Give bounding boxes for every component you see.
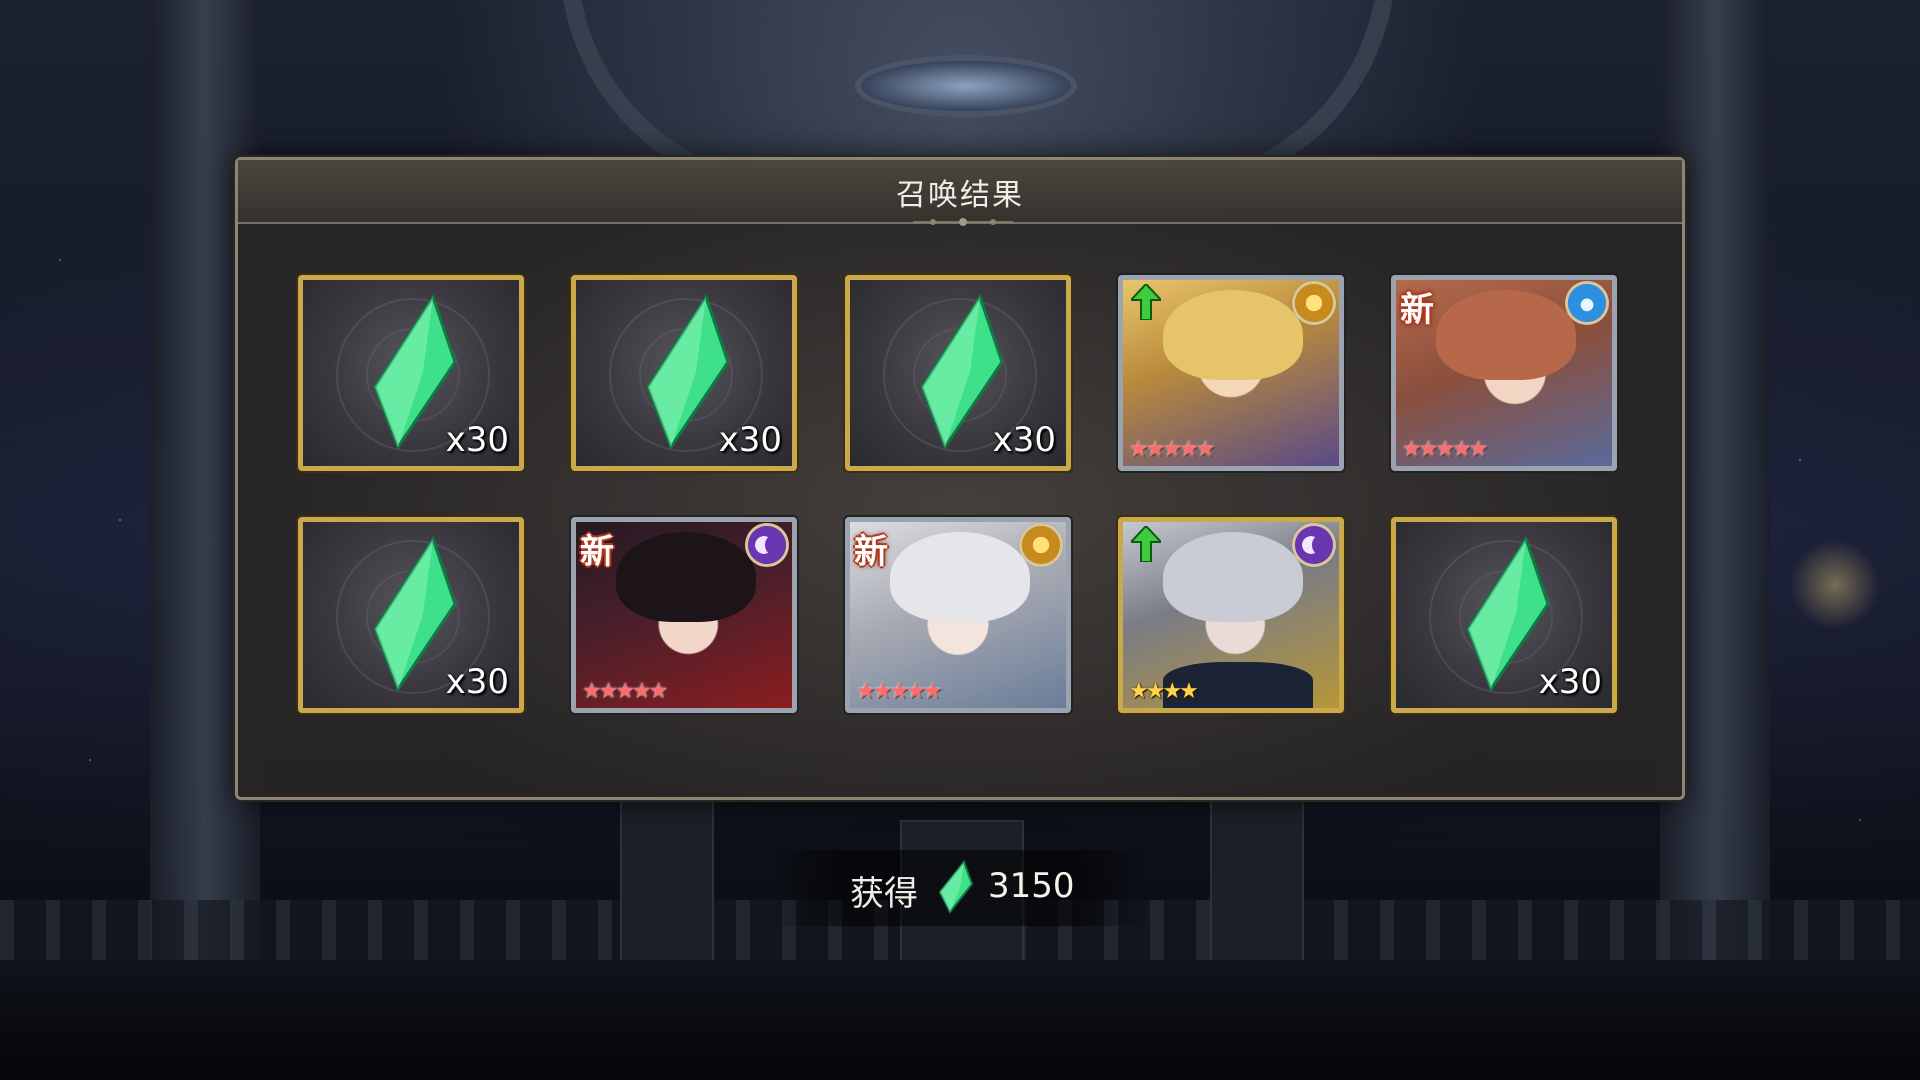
ceiling-oculus bbox=[855, 55, 1077, 117]
quantity-label: x30 bbox=[445, 420, 509, 460]
quantity-label: x30 bbox=[992, 420, 1056, 460]
hair bbox=[1436, 290, 1576, 380]
panel-title: 召唤结果 bbox=[896, 178, 1024, 213]
result-tile-5[interactable]: 新 ★★★★★ bbox=[1391, 275, 1617, 471]
rarity-stars-4: ★★★★ bbox=[1129, 679, 1199, 704]
result-tile-6[interactable]: x30 bbox=[298, 517, 524, 713]
result-tile-2[interactable]: x30 bbox=[571, 275, 797, 471]
result-tile-4[interactable]: ★★★★★ bbox=[1118, 275, 1344, 471]
quantity-label: x30 bbox=[1538, 662, 1602, 702]
lamp-glow bbox=[1790, 540, 1880, 630]
obtained-value: 3150 bbox=[988, 866, 1075, 906]
crystal-icon bbox=[938, 860, 974, 914]
obtained-label: 获得 bbox=[850, 874, 918, 914]
new-badge: 新 bbox=[854, 532, 888, 572]
rarity-stars-5: ★★★★★ bbox=[1129, 437, 1216, 462]
result-tile-8[interactable]: 新 ★★★★★ bbox=[845, 517, 1071, 713]
panel-header: 召唤结果 bbox=[238, 160, 1682, 226]
hair bbox=[1163, 532, 1303, 622]
water-element-icon bbox=[1568, 284, 1606, 322]
up-arrow-icon bbox=[1131, 284, 1161, 320]
new-badge: 新 bbox=[1400, 290, 1434, 330]
hair bbox=[890, 532, 1030, 622]
obtained-summary: 获得 3150 bbox=[770, 850, 1150, 926]
result-tile-7[interactable]: 新 ★★★★★ bbox=[571, 517, 797, 713]
new-badge: 新 bbox=[580, 532, 614, 572]
quantity-label: x30 bbox=[445, 662, 509, 702]
result-tile-3[interactable]: x30 bbox=[845, 275, 1071, 471]
hair bbox=[616, 532, 756, 622]
result-tile-10[interactable]: x30 bbox=[1391, 517, 1617, 713]
quantity-label: x30 bbox=[718, 420, 782, 460]
title-ornament-icon bbox=[913, 218, 1013, 226]
floor bbox=[0, 960, 1920, 1080]
result-tile-1[interactable]: x30 bbox=[298, 275, 524, 471]
moon-element-icon bbox=[1295, 526, 1333, 564]
result-tile-9[interactable]: ★★★★ bbox=[1118, 517, 1344, 713]
up-arrow-icon bbox=[1131, 526, 1161, 562]
hair bbox=[1163, 290, 1303, 380]
rarity-stars-5: ★★★★★ bbox=[1402, 437, 1489, 462]
summon-result-panel: 召唤结果 x30 x30 x30 ★★★★★ 新 ★★★★★ x30 新 ★★★… bbox=[235, 157, 1685, 800]
sun-element-icon bbox=[1295, 284, 1333, 322]
rarity-stars-5: ★★★★★ bbox=[856, 679, 943, 704]
moon-element-icon bbox=[748, 526, 786, 564]
rarity-stars-5: ★★★★★ bbox=[582, 679, 669, 704]
sun-element-icon bbox=[1022, 526, 1060, 564]
